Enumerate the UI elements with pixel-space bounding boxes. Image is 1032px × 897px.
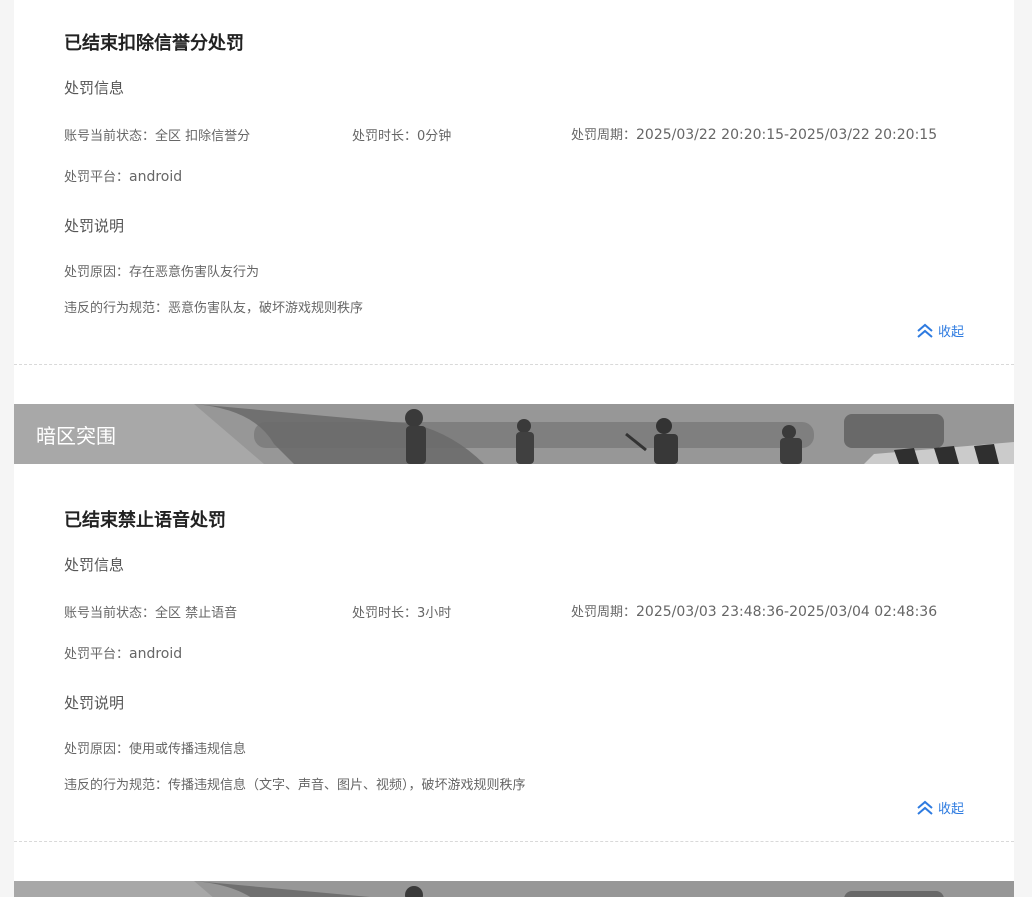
game-banner-art [14,881,1014,897]
punishment-reason-value: 使用或传播违规信息 [129,742,247,757]
punishment-platform: 处罚平台：android [64,646,183,662]
punishment-duration: 处罚时长：0分钟 [352,129,452,144]
punishment-record: 已结束禁止语音处罚 处罚信息 账号当前状态：全区 禁止语音 处罚时长：3小时 处… [14,477,1014,842]
violated-rule: 违反的行为规范：恶意伤害队友，破坏游戏规则秩序 [64,301,364,316]
punishment-duration: 处罚时长：3小时 [352,606,452,621]
double-chevron-up-icon [917,800,933,815]
punishment-record: 已结束扣除信誉分处罚 处罚信息 账号当前状态：全区 扣除信誉分 处罚时长：0分钟… [14,0,1014,365]
game-banner: 暗区突围 [14,404,1014,464]
record-divider [14,841,1014,842]
collapse-label: 收起 [937,802,964,817]
punishment-reason-value: 存在恶意伤害队友行为 [129,265,260,280]
game-banner-art [14,404,1014,464]
record-title: 已结束扣除信誉分处罚 [64,33,244,54]
info-heading: 处罚信息 [64,79,125,97]
double-chevron-up-icon [917,323,933,338]
punishment-platform-value: android [129,646,183,662]
punishment-duration-value: 0分钟 [417,129,452,144]
punishment-platform: 处罚平台：android [64,169,183,185]
punishment-period: 处罚周期：2025/03/03 23:48:36-2025/03/04 02:4… [571,604,938,620]
account-status-value: 全区 禁止语音 [155,606,238,621]
game-title: 暗区突围 [36,424,116,448]
violated-rule-value: 传播违规信息（文字、声音、图片、视频），破坏游戏规则秩序 [168,778,526,793]
game-banner [14,881,1014,897]
account-status: 账号当前状态：全区 禁止语音 [64,606,238,621]
punishment-period-value: 2025/03/22 20:20:15-2025/03/22 20:20:15 [636,127,938,143]
punishment-period-value: 2025/03/03 23:48:36-2025/03/04 02:48:36 [636,604,938,620]
collapse-button[interactable]: 收起 [916,321,964,340]
description-heading: 处罚说明 [64,694,125,712]
record-divider [14,364,1014,365]
punishment-platform-value: android [129,169,183,185]
punishment-reason: 处罚原因：使用或传播违规信息 [64,742,247,757]
violated-rule: 违反的行为规范：传播违规信息（文字、声音、图片、视频），破坏游戏规则秩序 [64,778,526,793]
collapse-label: 收起 [937,325,964,340]
collapse-button[interactable]: 收起 [916,798,964,817]
record-title: 已结束禁止语音处罚 [64,510,226,531]
account-status-value: 全区 扣除信誉分 [155,129,251,144]
punishment-record-page: 已结束扣除信誉分处罚 处罚信息 账号当前状态：全区 扣除信誉分 处罚时长：0分钟… [14,0,1014,897]
punishment-period: 处罚周期：2025/03/22 20:20:15-2025/03/22 20:2… [571,127,938,143]
punishment-duration-value: 3小时 [417,606,452,621]
account-status: 账号当前状态：全区 扣除信誉分 [64,129,251,144]
description-heading: 处罚说明 [64,217,125,235]
info-heading: 处罚信息 [64,556,125,574]
punishment-reason: 处罚原因：存在恶意伤害队友行为 [64,265,260,280]
violated-rule-value: 恶意伤害队友，破坏游戏规则秩序 [168,301,364,316]
